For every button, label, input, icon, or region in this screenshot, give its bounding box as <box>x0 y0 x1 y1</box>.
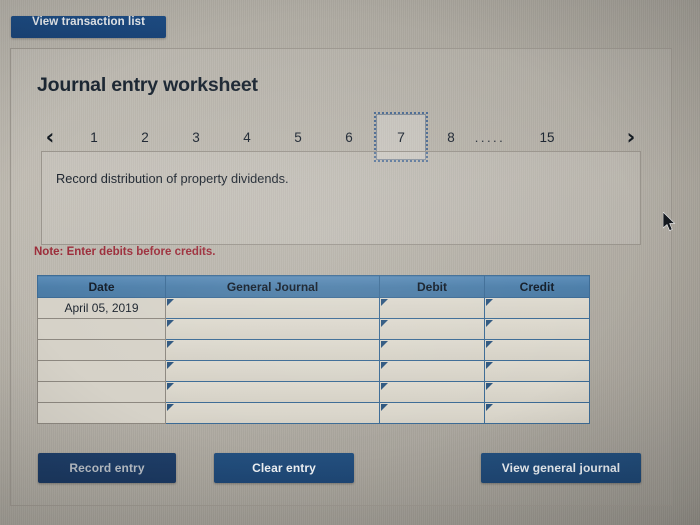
chevron-left-icon[interactable]: ‹ <box>37 123 63 151</box>
pagination-page-2[interactable]: 2 <box>131 123 159 151</box>
table-row <box>37 360 590 382</box>
chevron-right-icon[interactable]: › <box>618 123 644 151</box>
cell-general-journal-3[interactable] <box>165 339 380 361</box>
prev-page-glyph: ‹ <box>45 125 55 149</box>
cell-debit-3[interactable] <box>379 339 485 361</box>
debit-input-5[interactable] <box>380 382 484 402</box>
cell-general-journal-1[interactable] <box>165 297 380 319</box>
view-general-journal-label: View general journal <box>501 461 621 475</box>
debit-input-6[interactable] <box>380 403 484 423</box>
cell-debit-4[interactable] <box>379 360 485 382</box>
cell-debit-5[interactable] <box>379 381 485 403</box>
cell-general-journal-2[interactable] <box>165 318 380 340</box>
cell-credit-6[interactable] <box>484 402 590 424</box>
credit-input-4[interactable] <box>485 361 589 381</box>
pagination-page-4[interactable]: 4 <box>233 123 261 151</box>
pagination-page-15[interactable]: 15 <box>533 123 561 151</box>
cell-date-4[interactable] <box>37 360 166 382</box>
credit-input-1[interactable] <box>485 298 589 318</box>
cell-date-3[interactable] <box>37 339 166 361</box>
transaction-description-text: Record distribution of property dividend… <box>56 171 289 186</box>
view-transaction-list-button[interactable]: View transaction list <box>11 16 166 38</box>
cell-debit-2[interactable] <box>379 318 485 340</box>
cell-credit-2[interactable] <box>484 318 590 340</box>
cell-general-journal-4[interactable] <box>165 360 380 382</box>
cell-general-journal-6[interactable] <box>165 402 380 424</box>
account-select-1[interactable] <box>166 298 379 318</box>
record-entry-label: Record entry <box>69 461 145 475</box>
table-row <box>37 381 590 403</box>
column-header-general-journal: General Journal <box>165 275 380 298</box>
table-row <box>37 339 590 361</box>
account-select-6[interactable] <box>166 403 379 423</box>
credit-input-5[interactable] <box>485 382 589 402</box>
credit-input-6[interactable] <box>485 403 589 423</box>
cell-credit-1[interactable] <box>484 297 590 319</box>
cell-date-2[interactable] <box>37 318 166 340</box>
debit-input-2[interactable] <box>380 319 484 339</box>
transaction-description-box: Record distribution of property dividend… <box>41 151 641 245</box>
table-row: April 05, 2019 <box>37 297 590 319</box>
pagination-ellipsis: ..... <box>474 129 506 145</box>
cell-date-6[interactable] <box>37 402 166 424</box>
credit-input-2[interactable] <box>485 319 589 339</box>
account-select-4[interactable] <box>166 361 379 381</box>
pagination-page-8[interactable]: 8 <box>437 123 465 151</box>
column-header-credit: Credit <box>484 275 590 298</box>
table-row <box>37 402 590 424</box>
record-entry-button[interactable]: Record entry <box>38 453 176 483</box>
table-row <box>37 318 590 340</box>
journal-entry-worksheet-panel: Journal entry worksheet ‹ 1 2 3 4 5 6 7 … <box>10 48 672 506</box>
pagination-page-3[interactable]: 3 <box>182 123 210 151</box>
column-header-date: Date <box>37 275 166 298</box>
cell-credit-5[interactable] <box>484 381 590 403</box>
pagination-page-6[interactable]: 6 <box>335 123 363 151</box>
cell-debit-6[interactable] <box>379 402 485 424</box>
pagination-page-5[interactable]: 5 <box>284 123 312 151</box>
credit-input-3[interactable] <box>485 340 589 360</box>
account-select-5[interactable] <box>166 382 379 402</box>
cell-general-journal-5[interactable] <box>165 381 380 403</box>
cell-date-1[interactable]: April 05, 2019 <box>37 297 166 319</box>
next-page-glyph: › <box>626 125 636 149</box>
debit-input-3[interactable] <box>380 340 484 360</box>
account-select-2[interactable] <box>166 319 379 339</box>
account-select-3[interactable] <box>166 340 379 360</box>
view-transaction-list-label: View transaction list <box>31 16 146 28</box>
journal-entry-table: Date General Journal Debit Credit April … <box>37 275 590 424</box>
debits-before-credits-note: Note: Enter debits before credits. <box>34 246 216 258</box>
column-header-debit: Debit <box>379 275 485 298</box>
debit-input-1[interactable] <box>380 298 484 318</box>
pagination-page-1[interactable]: 1 <box>80 123 108 151</box>
view-general-journal-button[interactable]: View general journal <box>481 453 641 483</box>
debit-input-4[interactable] <box>380 361 484 381</box>
cell-credit-4[interactable] <box>484 360 590 382</box>
cell-credit-3[interactable] <box>484 339 590 361</box>
clear-entry-button[interactable]: Clear entry <box>214 453 354 483</box>
table-header-row: Date General Journal Debit Credit <box>37 275 590 298</box>
clear-entry-label: Clear entry <box>252 461 316 475</box>
page-title: Journal entry worksheet <box>37 74 258 96</box>
cell-debit-1[interactable] <box>379 297 485 319</box>
cell-date-5[interactable] <box>37 381 166 403</box>
